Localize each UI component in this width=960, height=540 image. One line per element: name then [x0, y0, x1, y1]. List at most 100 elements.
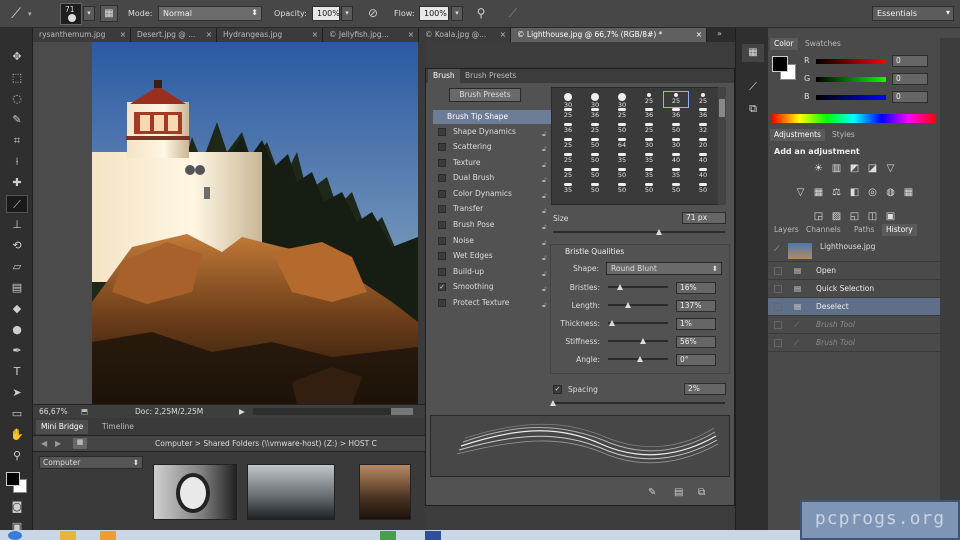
checkbox[interactable]	[438, 190, 446, 198]
brush-tool-icon[interactable]: ⟋	[6, 4, 26, 24]
taskbar-item[interactable]	[60, 531, 76, 540]
levels-icon[interactable]: ▥	[830, 163, 843, 175]
brush-tip-preset[interactable]: 36	[583, 107, 607, 122]
thumbnail[interactable]	[153, 464, 237, 520]
eraser-tool-icon[interactable]: ▱	[6, 258, 28, 276]
b-input[interactable]: 0	[892, 91, 928, 103]
spacing-input[interactable]: 2%	[684, 383, 726, 395]
brush-tip-preset[interactable]: 50	[583, 137, 607, 152]
param-input[interactable]: 0°	[676, 354, 716, 366]
tab-layers[interactable]: Layers	[770, 224, 803, 236]
workspace-switcher[interactable]: Essentials ▾	[872, 6, 954, 21]
tab-mini-bridge[interactable]: Mini Bridge	[36, 420, 89, 434]
lighthouse-image[interactable]	[92, 42, 418, 404]
curves-icon[interactable]: ◩	[848, 163, 861, 175]
brush-tip-preset[interactable]: 25	[691, 92, 715, 107]
texture-item[interactable]: Texture 🔓︎	[433, 156, 553, 170]
history-source-box[interactable]	[774, 339, 782, 347]
quick-mask-icon[interactable]: ◙	[6, 498, 28, 516]
close-icon[interactable]: ×	[500, 28, 506, 42]
horizontal-scrollbar[interactable]	[253, 408, 413, 415]
history-state[interactable]: ▤ Deselect	[768, 298, 940, 316]
thumbnail[interactable]	[247, 464, 335, 520]
brush-tip-preset[interactable]: 36	[691, 107, 715, 122]
brush-tip-preset[interactable]: 25	[556, 137, 580, 152]
selective-color-icon[interactable]: ▣	[884, 211, 897, 223]
brush-tip-preset[interactable]: 40	[664, 152, 688, 167]
lock-icon[interactable]: 🔓︎	[542, 204, 551, 215]
param-input[interactable]: 16%	[676, 282, 716, 294]
brush-tip-preset[interactable]: 25	[610, 107, 634, 122]
spacing-checkbox[interactable]: ✓	[553, 385, 562, 394]
dodge-tool-icon[interactable]: ●	[6, 321, 28, 339]
history-state[interactable]: ▤ Open	[768, 262, 940, 280]
tab-brush[interactable]: Brush	[428, 69, 460, 83]
view-options-icon[interactable]: ▦	[73, 438, 87, 449]
status-export-icon[interactable]: ⬒	[81, 405, 88, 418]
brush-tip-preset[interactable]: 64	[610, 137, 634, 152]
bridge-location-select[interactable]: Computer ⬍	[39, 456, 143, 469]
brush-tip-preset[interactable]: 25	[583, 122, 607, 137]
doc-tab-koala[interactable]: © Koala.jpg @... ×	[419, 28, 511, 42]
lock-icon[interactable]: 🔓︎	[542, 127, 551, 138]
brush-tip-preset[interactable]: 25	[556, 152, 580, 167]
triangle-icon[interactable]: ▽	[884, 163, 897, 175]
airbrush-icon[interactable]: ⚲	[472, 5, 490, 22]
brush-presets-button[interactable]: Brush Presets	[449, 88, 521, 102]
history-brush-tool-icon[interactable]: ⟲	[6, 237, 28, 255]
photo-filter-icon[interactable]: ◎	[866, 187, 879, 199]
close-icon[interactable]: ×	[120, 28, 126, 42]
brush-tip-preset[interactable]: 35	[556, 182, 580, 197]
posterize-icon[interactable]: ▨	[830, 211, 843, 223]
r-input[interactable]: 0	[892, 55, 928, 67]
scroll-thumb[interactable]	[719, 99, 725, 117]
brush-tip-preset[interactable]: 40	[691, 152, 715, 167]
thumbnail[interactable]	[359, 464, 411, 520]
smoothing-item[interactable]: ✓ Smoothing 🔓︎	[433, 280, 553, 294]
brush-pose-item[interactable]: Brush Pose 🔓︎	[433, 218, 553, 232]
marquee-tool-icon[interactable]: ⬚	[6, 69, 28, 87]
tab-styles[interactable]: Styles	[828, 129, 859, 141]
shape-select[interactable]: Round Blunt ⬍	[606, 262, 722, 275]
clone-source-icon[interactable]: ⧉	[742, 100, 764, 118]
bridge-path[interactable]: Computer > Shared Folders (\\vmware-host…	[155, 439, 377, 448]
tab-paths[interactable]: Paths	[850, 224, 878, 236]
tabs-overflow-icon[interactable]: »	[717, 29, 722, 38]
doc-tab-lighthouse[interactable]: © Lighthouse.jpg @ 66,7% (RGB/8#) * ×	[511, 28, 707, 42]
param-slider-knob[interactable]	[640, 338, 646, 344]
threshold-icon[interactable]: ◱	[848, 211, 861, 223]
brush-tip-preset[interactable]: 30	[583, 92, 607, 109]
brush-tip-preset[interactable]: 50	[583, 167, 607, 182]
brush-preset-picker[interactable]: 71	[60, 3, 82, 25]
crop-tool-icon[interactable]: ⌗	[6, 132, 28, 150]
invert-icon[interactable]: ◲	[812, 211, 825, 223]
scattering-item[interactable]: Scattering 🔓︎	[433, 140, 553, 154]
spacing-slider-track[interactable]	[553, 402, 725, 404]
brush-tip-preset[interactable]: 30	[610, 92, 634, 109]
new-preset-icon[interactable]: ⧉	[698, 487, 705, 498]
history-state[interactable]: ⟋ Brush Tool	[768, 316, 940, 334]
checkbox[interactable]	[438, 268, 446, 276]
brush-tip-preset[interactable]: 50	[610, 182, 634, 197]
color-foreground-swatch[interactable]	[772, 56, 788, 72]
foreground-color-swatch[interactable]	[6, 472, 20, 486]
lock-icon[interactable]: 🔓︎	[542, 220, 551, 231]
brush-tip-preset[interactable]: 20	[691, 137, 715, 152]
brush-tip-preset[interactable]: 40	[691, 167, 715, 182]
brush-tip-preset[interactable]: 50	[583, 182, 607, 197]
black-white-icon[interactable]: ◧	[848, 187, 861, 199]
tab-color[interactable]: Color	[770, 38, 798, 50]
brush-tip-preset[interactable]: 30	[556, 92, 580, 109]
brush-tip-shape-item[interactable]: Brush Tip Shape	[433, 110, 553, 124]
brush-tip-preset[interactable]: 36	[556, 122, 580, 137]
pressure-opacity-icon[interactable]: ⊘	[364, 5, 382, 22]
b-slider[interactable]	[816, 95, 886, 100]
transfer-item[interactable]: Transfer 🔓︎	[433, 202, 553, 216]
mode-select[interactable]: Normal ⬍	[158, 6, 262, 21]
type-tool-icon[interactable]: T	[6, 363, 28, 381]
tab-adjustments[interactable]: Adjustments	[770, 129, 825, 141]
brush-tip-preset[interactable]: 35	[664, 167, 688, 182]
doc-tab-jellyfish[interactable]: © Jellyfish.jpg... ×	[323, 28, 419, 42]
close-icon[interactable]: ×	[408, 28, 414, 42]
history-source-box[interactable]	[774, 285, 782, 293]
